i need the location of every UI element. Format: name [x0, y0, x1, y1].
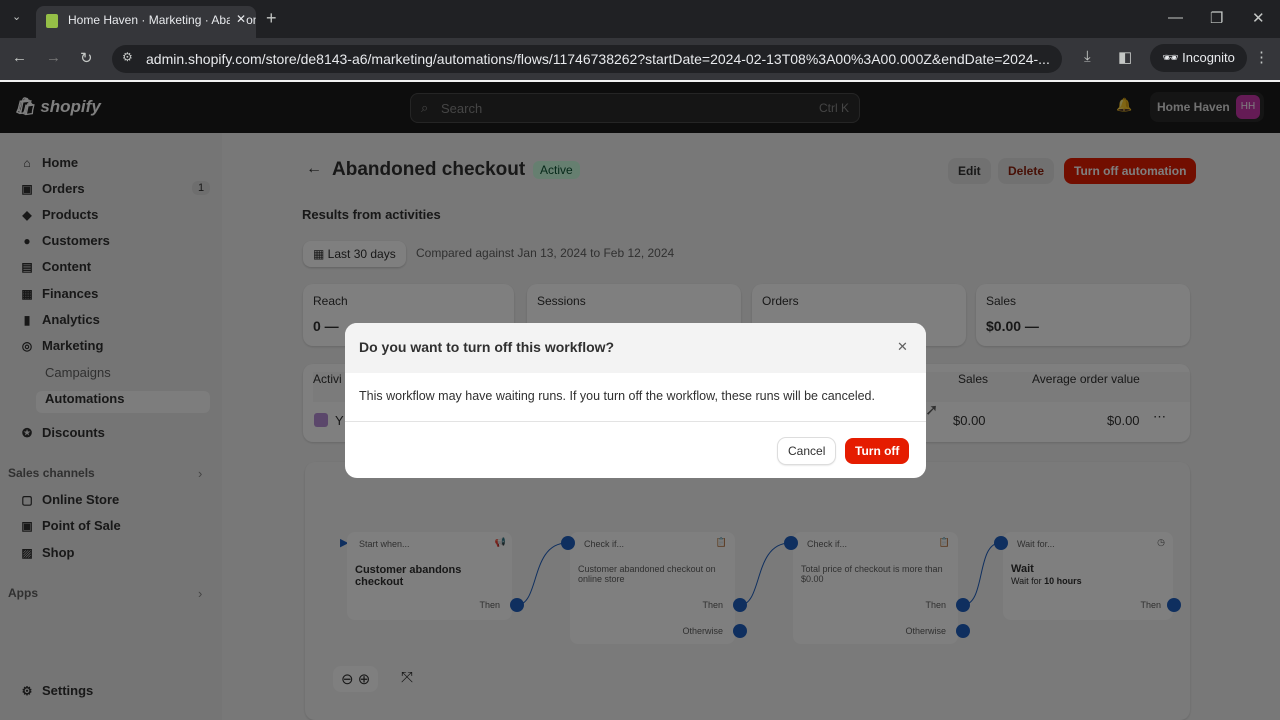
turn-off-button[interactable]: Turn off: [845, 438, 910, 464]
minimize-icon[interactable]: —: [1168, 9, 1183, 26]
reload-icon[interactable]: ↻: [80, 49, 93, 67]
tab-search-icon[interactable]: ⌄: [12, 10, 21, 23]
incognito-icon: 🕶: [1162, 50, 1183, 65]
incognito-badge[interactable]: 🕶 Incognito: [1150, 44, 1247, 72]
back-icon[interactable]: ←: [12, 49, 27, 66]
dialog-title: Do you want to turn off this workflow?: [359, 339, 615, 355]
turn-off-workflow-dialog: Do you want to turn off this workflow? ✕…: [345, 323, 926, 478]
tab-title: Home Haven · Marketing · Abandoned check…: [68, 13, 256, 27]
divider: [345, 421, 926, 422]
menu-icon[interactable]: ⋮: [1254, 48, 1269, 66]
dialog-body: This workflow may have waiting runs. If …: [359, 389, 875, 403]
forward-icon[interactable]: →: [46, 49, 61, 66]
cancel-button[interactable]: Cancel: [778, 438, 836, 464]
site-info-icon[interactable]: ⚙: [122, 50, 133, 64]
close-icon[interactable]: ✕: [897, 339, 908, 355]
download-icon[interactable]: ⤓: [1084, 48, 1091, 65]
browser-tab-bar: ⌄ Home Haven · Marketing · Abandoned che…: [0, 0, 1280, 38]
shopify-favicon-icon: [46, 14, 58, 28]
new-tab-icon[interactable]: +: [266, 8, 277, 29]
url-text: admin.shopify.com/store/de8143-a6/market…: [146, 51, 1050, 67]
url-field[interactable]: ⚙ admin.shopify.com/store/de8143-a6/mark…: [112, 45, 1062, 73]
incognito-label: Incognito: [1182, 50, 1235, 65]
mouse-cursor: ➚: [925, 402, 939, 419]
browser-tab[interactable]: Home Haven · Marketing · Abandoned check…: [36, 6, 256, 38]
close-tab-icon[interactable]: ✕: [229, 12, 246, 26]
close-window-icon[interactable]: ✕: [1252, 9, 1265, 27]
side-panel-icon[interactable]: ◧: [1118, 48, 1132, 66]
restore-icon[interactable]: ❐: [1210, 9, 1223, 27]
